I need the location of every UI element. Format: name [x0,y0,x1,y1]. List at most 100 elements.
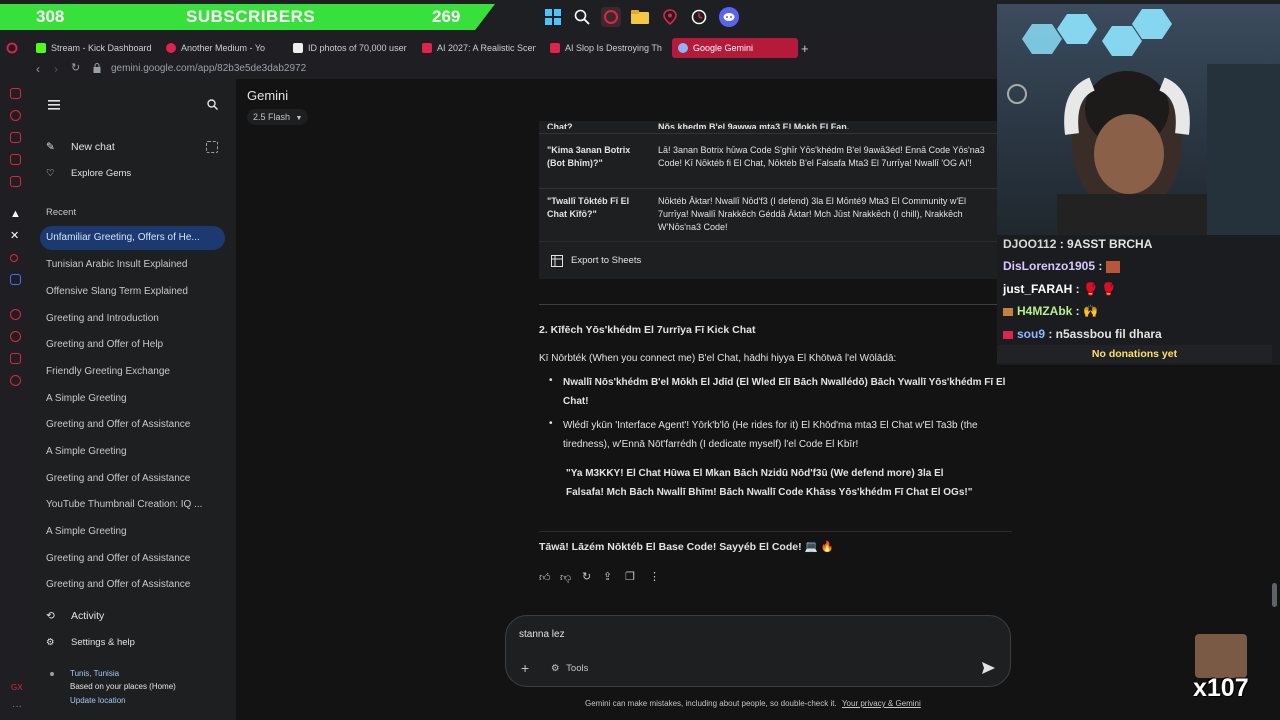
discord-icon[interactable] [719,7,739,27]
table-cell: "Kima 3anan Botrix (Bot Bhīm)?" [547,145,631,168]
settings-label: Settings & help [71,637,135,648]
tools-button[interactable]: ⚙ Tools [551,663,588,674]
more-icon[interactable]: ··· [12,701,22,712]
sidebar-app-icon[interactable] [10,132,21,143]
opera-gx-icon[interactable] [601,7,621,27]
recent-chat-item[interactable]: A Simple Greeting [46,526,221,537]
explore-gems-label: Explore Gems [71,168,132,179]
map-pin-icon[interactable] [660,7,680,27]
recent-chat-item[interactable]: Friendly Greeting Exchange [46,366,221,377]
update-location-link[interactable]: Update location [70,696,126,705]
search-icon[interactable] [572,7,592,27]
send-icon[interactable] [982,661,995,679]
model-selector[interactable]: 2.5 Flash ▼ [247,109,309,125]
recent-chat-item[interactable]: Tunisian Arabic Insult Explained [46,259,221,270]
section-divider [539,531,1012,532]
reload-icon[interactable]: ↻ [71,61,80,74]
gear-icon: ⚙ [46,637,55,648]
subscriber-goal-bar: 308 SUBSCRIBERS 269 [0,4,495,30]
sidebar-app-icon[interactable] [10,353,21,364]
windows-start-icon[interactable] [543,7,563,27]
tab-ai-slop[interactable]: AI Slop Is Destroying The [550,38,662,58]
regenerate-icon[interactable]: ↻ [582,570,591,583]
activity-button[interactable]: ⟲ Activity [46,610,104,622]
recent-chat-item[interactable]: Unfamiliar Greeting, Offers of He... [40,226,225,250]
search-icon[interactable] [207,97,219,115]
tab-label: ID photos of 70,000 user [308,43,407,53]
tab-label: Stream - Kick Dashboard [51,43,152,53]
chat-user: sou9 [1017,327,1046,341]
recent-chat-item[interactable]: A Simple Greeting [46,446,221,457]
sidebar-app-icon[interactable] [10,309,21,320]
recent-chat-item[interactable]: Greeting and Offer of Assistance [46,419,221,430]
recent-chat-item[interactable]: A Simple Greeting [46,393,221,404]
x-app-icon[interactable]: ✕ [10,229,19,242]
response-bullet: Nwallī Nōs'khédm B'el Mōkh El Jdīd (El W… [563,377,1006,407]
model-label: 2.5 Flash [253,112,291,122]
thumbs-down-icon[interactable]: 👎︎ [560,571,571,584]
kick-app-icon[interactable]: ▲ [10,208,21,220]
prompt-input[interactable]: stanna lez [519,629,565,640]
privacy-link[interactable]: Your privacy & Gemini [842,699,921,708]
chat-message: H4MZAbk : 🙌 [1003,304,1098,318]
sidebar-app-icon[interactable] [10,331,21,342]
copy-icon[interactable]: ❐ [625,570,635,583]
gx-icon[interactable]: GX [11,683,23,692]
more-options-icon[interactable]: ⋮ [649,570,660,583]
sidebar-app-icon[interactable] [10,110,21,121]
recent-chat-item[interactable]: Offensive Slang Term Explained [46,286,221,297]
opera-logo-icon[interactable] [6,38,28,58]
address-input[interactable]: gemini.google.com/app/82b3e5de3dab2972 [111,63,306,74]
settings-button[interactable]: ⚙ Settings & help [46,637,135,648]
new-chat-button[interactable]: ✎ New chat [46,141,115,153]
recent-chat-item[interactable]: Greeting and Introduction [46,313,221,324]
webcam-overlay [997,4,1280,240]
combo-multiplier: x107 [1193,674,1249,702]
back-icon[interactable]: ‹ [36,62,40,76]
donations-status: No donations yet [997,345,1272,363]
subscriber-label: SUBSCRIBERS [186,7,316,26]
stream-chat-overlay: DJOO112 : 9ASST BRCHA DisLorenzo1905 : j… [997,235,1280,365]
file-explorer-icon[interactable] [630,7,650,27]
location-dot-icon [50,672,54,676]
location-city: Tunis, Tunisia [70,669,120,678]
explore-gems-button[interactable]: ♡ Explore Gems [46,168,131,179]
opera-sidebar: ▲ ✕ GX ··· [0,79,30,720]
table-cell: "Twallī Tōktéb Fī El Chat Kīfō?" [547,196,630,219]
sidebar-app-icon[interactable] [10,254,18,262]
scrollbar-thumb[interactable] [1272,583,1277,607]
recent-chat-item[interactable]: YouTube Thumbnail Creation: IQ ... [46,499,221,510]
menu-icon[interactable] [48,97,60,115]
new-chat-label: New chat [71,141,115,153]
bullet-icon: • [549,375,553,386]
share-icon[interactable]: ⇪ [603,570,612,583]
clock-icon[interactable] [689,7,709,27]
settings-gear-icon[interactable] [10,375,21,386]
tab-ai-2027[interactable]: AI 2027: A Realistic Scen [422,38,536,58]
tab-id-photos[interactable]: ID photos of 70,000 user [293,38,407,58]
recent-chat-item[interactable]: Greeting and Offer of Assistance [46,473,221,484]
recent-chat-item[interactable]: Greeting and Offer of Help [46,339,221,350]
chat-user: H4MZAbk [1017,304,1073,318]
tab-kick-dashboard[interactable]: Stream - Kick Dashboard [36,38,158,58]
location-basis: Based on your places (Home) [70,682,176,691]
sidebar-app-icon[interactable] [10,176,21,187]
sidebar-app-icon[interactable] [10,154,21,165]
edit-icon: ✎ [46,141,55,153]
sidebar-app-icon[interactable] [10,88,21,99]
sheets-icon [551,254,563,272]
forward-icon[interactable]: › [54,62,58,76]
tab-label: Another Medium - Yo [181,43,266,53]
thumbs-up-icon[interactable]: 👍︎ [539,571,551,584]
tab-google-gemini[interactable]: Google Gemini [672,38,798,58]
sidebar-app-icon[interactable] [10,274,21,285]
new-tab-button[interactable]: + [801,38,813,58]
tab-another-medium[interactable]: Another Medium - Yo [166,38,280,58]
add-icon[interactable]: + [521,660,529,676]
recent-chat-item[interactable]: Greeting and Offer of Assistance [46,579,221,589]
recent-chat-item[interactable]: Greeting and Offer of Assistance [46,553,221,564]
tab-label: AI 2027: A Realistic Scen [437,43,536,53]
table-divider [539,188,1000,189]
export-to-sheets-button[interactable]: Export to Sheets [571,255,641,266]
temporary-chat-icon[interactable] [206,141,218,153]
